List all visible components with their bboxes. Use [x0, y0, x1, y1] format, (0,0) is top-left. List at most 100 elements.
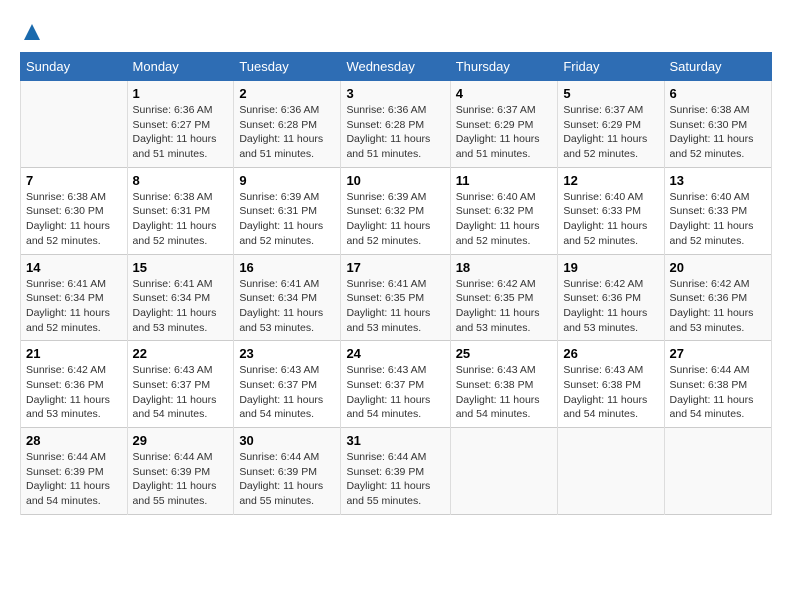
day-info: Sunrise: 6:43 AMSunset: 6:37 PMDaylight:… [133, 363, 229, 422]
calendar-cell: 12 Sunrise: 6:40 AMSunset: 6:33 PMDayligh… [558, 167, 664, 254]
calendar-cell: 18 Sunrise: 6:42 AMSunset: 6:35 PMDayligh… [450, 254, 558, 341]
day-info: Sunrise: 6:39 AMSunset: 6:32 PMDaylight:… [346, 190, 444, 249]
calendar-cell [21, 81, 128, 168]
day-number: 18 [456, 260, 553, 275]
day-info: Sunrise: 6:43 AMSunset: 6:38 PMDaylight:… [563, 363, 658, 422]
week-row-2: 14 Sunrise: 6:41 AMSunset: 6:34 PMDayligh… [21, 254, 772, 341]
day-number: 14 [26, 260, 122, 275]
calendar-cell: 25 Sunrise: 6:43 AMSunset: 6:38 PMDayligh… [450, 341, 558, 428]
calendar-cell [450, 428, 558, 515]
calendar-cell: 14Sunrise: 6:41 AMSunset: 6:34 PMDayligh… [21, 254, 128, 341]
day-info: Sunrise: 6:42 AMSunset: 6:36 PMDaylight:… [563, 277, 658, 336]
day-number: 10 [346, 173, 444, 188]
day-info: Sunrise: 6:40 AMSunset: 6:32 PMDaylight:… [456, 190, 553, 249]
header-friday: Friday [558, 53, 664, 81]
calendar-cell: 15 Sunrise: 6:41 AMSunset: 6:34 PMDayligh… [127, 254, 234, 341]
calendar-cell: 13Sunrise: 6:40 AMSunset: 6:33 PMDayligh… [664, 167, 771, 254]
header-monday: Monday [127, 53, 234, 81]
calendar-cell: 11 Sunrise: 6:40 AMSunset: 6:32 PMDayligh… [450, 167, 558, 254]
calendar-cell: 22Sunrise: 6:43 AMSunset: 6:37 PMDayligh… [127, 341, 234, 428]
day-info: Sunrise: 6:43 AMSunset: 6:37 PMDaylight:… [346, 363, 444, 422]
header-tuesday: Tuesday [234, 53, 341, 81]
day-info: Sunrise: 6:40 AMSunset: 6:33 PMDaylight:… [670, 190, 766, 249]
calendar-cell: 26Sunrise: 6:43 AMSunset: 6:38 PMDayligh… [558, 341, 664, 428]
calendar-cell: 24 Sunrise: 6:43 AMSunset: 6:37 PMDayligh… [341, 341, 450, 428]
day-number: 8 [133, 173, 229, 188]
day-info: Sunrise: 6:42 AMSunset: 6:35 PMDaylight:… [456, 277, 553, 336]
calendar-cell: 3 Sunrise: 6:36 AMSunset: 6:28 PMDaylight… [341, 81, 450, 168]
calendar-cell: 23 Sunrise: 6:43 AMSunset: 6:37 PMDayligh… [234, 341, 341, 428]
day-number: 7 [26, 173, 122, 188]
calendar-table: SundayMondayTuesdayWednesdayThursdayFrid… [20, 52, 772, 515]
calendar-cell: 4Sunrise: 6:37 AMSunset: 6:29 PMDaylight… [450, 81, 558, 168]
calendar-cell [558, 428, 664, 515]
calendar-cell: 7 Sunrise: 6:38 AMSunset: 6:30 PMDaylight… [21, 167, 128, 254]
day-number: 20 [670, 260, 766, 275]
calendar-cell: 5Sunrise: 6:37 AMSunset: 6:29 PMDaylight… [558, 81, 664, 168]
day-number: 19 [563, 260, 658, 275]
day-number: 5 [563, 86, 658, 101]
calendar-cell: 20 Sunrise: 6:42 AMSunset: 6:36 PMDayligh… [664, 254, 771, 341]
calendar-cell: 8 Sunrise: 6:38 AMSunset: 6:31 PMDaylight… [127, 167, 234, 254]
day-info: Sunrise: 6:44 AMSunset: 6:39 PMDaylight:… [133, 450, 229, 509]
header-saturday: Saturday [664, 53, 771, 81]
day-info: Sunrise: 6:40 AMSunset: 6:33 PMDaylight:… [563, 190, 658, 249]
day-info: Sunrise: 6:44 AMSunset: 6:39 PMDaylight:… [346, 450, 444, 509]
day-number: 15 [133, 260, 229, 275]
calendar-cell [664, 428, 771, 515]
day-number: 17 [346, 260, 444, 275]
week-row-0: 1Sunrise: 6:36 AMSunset: 6:27 PMDaylight… [21, 81, 772, 168]
calendar-cell: 9 Sunrise: 6:39 AMSunset: 6:31 PMDaylight… [234, 167, 341, 254]
calendar-cell: 6 Sunrise: 6:38 AMSunset: 6:30 PMDaylight… [664, 81, 771, 168]
day-number: 27 [670, 346, 766, 361]
day-info: Sunrise: 6:43 AMSunset: 6:38 PMDaylight:… [456, 363, 553, 422]
day-number: 6 [670, 86, 766, 101]
day-number: 3 [346, 86, 444, 101]
week-row-3: 21 Sunrise: 6:42 AMSunset: 6:36 PMDayligh… [21, 341, 772, 428]
day-info: Sunrise: 6:41 AMSunset: 6:34 PMDaylight:… [133, 277, 229, 336]
calendar-cell: 2Sunrise: 6:36 AMSunset: 6:28 PMDaylight… [234, 81, 341, 168]
day-number: 16 [239, 260, 335, 275]
day-number: 29 [133, 433, 229, 448]
day-number: 24 [346, 346, 444, 361]
calendar-body: 1Sunrise: 6:36 AMSunset: 6:27 PMDaylight… [21, 81, 772, 515]
day-number: 9 [239, 173, 335, 188]
logo [20, 20, 42, 42]
day-info: Sunrise: 6:44 AMSunset: 6:39 PMDaylight:… [239, 450, 335, 509]
day-number: 12 [563, 173, 658, 188]
calendar-cell: 10 Sunrise: 6:39 AMSunset: 6:32 PMDayligh… [341, 167, 450, 254]
day-number: 30 [239, 433, 335, 448]
calendar-cell: 27 Sunrise: 6:44 AMSunset: 6:38 PMDayligh… [664, 341, 771, 428]
day-number: 25 [456, 346, 553, 361]
header-wednesday: Wednesday [341, 53, 450, 81]
day-number: 23 [239, 346, 335, 361]
header-row: SundayMondayTuesdayWednesdayThursdayFrid… [21, 53, 772, 81]
day-number: 31 [346, 433, 444, 448]
day-number: 2 [239, 86, 335, 101]
week-row-4: 28 Sunrise: 6:44 AMSunset: 6:39 PMDayligh… [21, 428, 772, 515]
logo-text [20, 20, 42, 42]
week-row-1: 7 Sunrise: 6:38 AMSunset: 6:30 PMDaylight… [21, 167, 772, 254]
day-info: Sunrise: 6:38 AMSunset: 6:30 PMDaylight:… [26, 190, 122, 249]
calendar-cell: 1Sunrise: 6:36 AMSunset: 6:27 PMDaylight… [127, 81, 234, 168]
day-info: Sunrise: 6:42 AMSunset: 6:36 PMDaylight:… [26, 363, 122, 422]
day-number: 11 [456, 173, 553, 188]
calendar-header: SundayMondayTuesdayWednesdayThursdayFrid… [21, 53, 772, 81]
day-info: Sunrise: 6:39 AMSunset: 6:31 PMDaylight:… [239, 190, 335, 249]
day-info: Sunrise: 6:44 AMSunset: 6:38 PMDaylight:… [670, 363, 766, 422]
day-number: 21 [26, 346, 122, 361]
day-info: Sunrise: 6:43 AMSunset: 6:37 PMDaylight:… [239, 363, 335, 422]
calendar-cell: 17Sunrise: 6:41 AMSunset: 6:35 PMDayligh… [341, 254, 450, 341]
day-info: Sunrise: 6:38 AMSunset: 6:31 PMDaylight:… [133, 190, 229, 249]
calendar-cell: 30 Sunrise: 6:44 AMSunset: 6:39 PMDayligh… [234, 428, 341, 515]
calendar-cell: 29 Sunrise: 6:44 AMSunset: 6:39 PMDayligh… [127, 428, 234, 515]
calendar-cell: 31 Sunrise: 6:44 AMSunset: 6:39 PMDayligh… [341, 428, 450, 515]
calendar-cell: 19 Sunrise: 6:42 AMSunset: 6:36 PMDayligh… [558, 254, 664, 341]
day-info: Sunrise: 6:36 AMSunset: 6:28 PMDaylight:… [346, 103, 444, 162]
day-info: Sunrise: 6:36 AMSunset: 6:27 PMDaylight:… [133, 103, 229, 162]
calendar-cell: 28Sunrise: 6:44 AMSunset: 6:39 PMDayligh… [21, 428, 128, 515]
day-number: 28 [26, 433, 122, 448]
logo-icon [22, 22, 42, 42]
day-info: Sunrise: 6:38 AMSunset: 6:30 PMDaylight:… [670, 103, 766, 162]
day-info: Sunrise: 6:42 AMSunset: 6:36 PMDaylight:… [670, 277, 766, 336]
